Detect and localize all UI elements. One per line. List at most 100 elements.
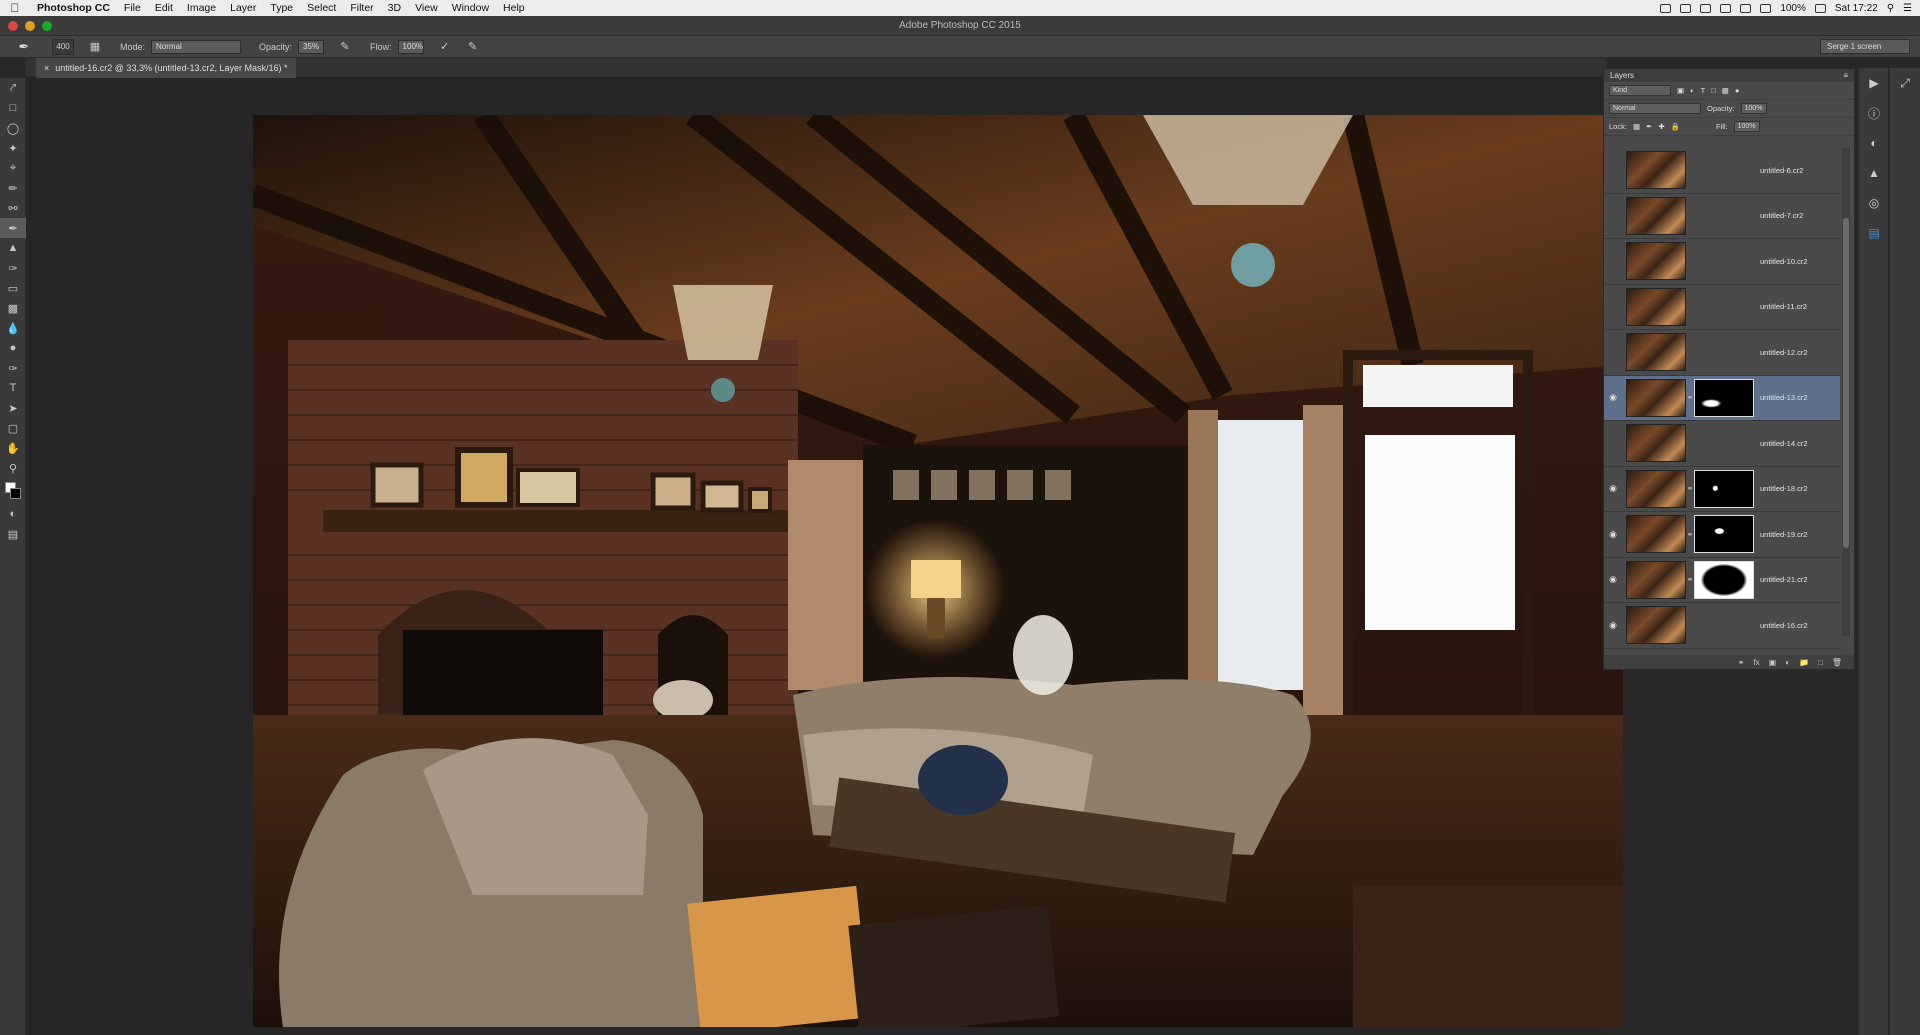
eyedropper-tool-icon[interactable]: ✏: [0, 178, 26, 198]
layer-thumbnail[interactable]: [1626, 560, 1686, 599]
lock-move-icon[interactable]: ✚: [1658, 122, 1664, 131]
pressure-opacity-icon[interactable]: ✎: [338, 40, 352, 54]
pressure-size-icon[interactable]: ✎: [466, 40, 480, 54]
mask-link-icon[interactable]: ⚭: [1686, 484, 1694, 493]
filter-smart-icon[interactable]: ▦: [1722, 86, 1729, 95]
screen-mode-icon[interactable]: ▤: [0, 524, 26, 544]
layer-name[interactable]: untitled-21.cr2: [1760, 575, 1808, 584]
filter-type-icon[interactable]: T: [1701, 86, 1706, 95]
layer-thumbnail[interactable]: [1626, 196, 1686, 235]
layer-row[interactable]: ◉ untitled-16.cr2: [1604, 603, 1840, 649]
lock-transparent-icon[interactable]: ▦: [1633, 122, 1640, 131]
move-tool-icon[interactable]: ⤤: [0, 78, 26, 98]
evernote-icon[interactable]: [1700, 3, 1712, 13]
expand-icon[interactable]: ⤢: [1890, 68, 1920, 98]
stamp-icon[interactable]: ▲: [1859, 158, 1889, 188]
quick-mask-icon[interactable]: ◐: [0, 504, 26, 524]
layer-row[interactable]: untitled-7.cr2: [1604, 194, 1840, 239]
visibility-eye-icon[interactable]: ◉: [1604, 529, 1622, 540]
color-swatches[interactable]: [0, 478, 26, 504]
layer-row[interactable]: ◉ ⚭ untitled-18.cr2: [1604, 467, 1840, 512]
zoom-window-button[interactable]: [42, 21, 52, 31]
layers-panel-title[interactable]: Layers: [1610, 69, 1634, 82]
flow-input[interactable]: 100%: [397, 39, 424, 54]
filter-adjustment-icon[interactable]: ◐: [1690, 86, 1695, 95]
menu-file[interactable]: File: [117, 2, 148, 14]
search-icon[interactable]: ⚲: [1887, 3, 1894, 14]
visibility-eye-icon[interactable]: ◉: [1604, 392, 1622, 403]
menu-layer[interactable]: Layer: [223, 2, 263, 14]
visibility-eye-icon[interactable]: ◉: [1604, 620, 1622, 631]
layer-style-icon[interactable]: fx: [1753, 658, 1759, 667]
wifi-icon[interactable]: [1740, 3, 1752, 13]
layer-name[interactable]: untitled-12.cr2: [1760, 348, 1808, 357]
hand-tool-icon[interactable]: ✋: [0, 438, 26, 458]
layer-thumbnail[interactable]: [1626, 333, 1686, 372]
panel-menu-icon[interactable]: ≡: [1843, 69, 1848, 82]
menu-image[interactable]: Image: [180, 2, 223, 14]
layer-thumbnail[interactable]: [1626, 469, 1686, 508]
brush-tool-icon[interactable]: ✒: [0, 218, 26, 238]
quick-select-tool-icon[interactable]: ✦: [0, 138, 26, 158]
mode-select[interactable]: Normal: [151, 39, 242, 54]
layer-name[interactable]: untitled-11.cr2: [1760, 302, 1807, 311]
gradient-tool-icon[interactable]: ▩: [0, 298, 26, 318]
visibility-eye-icon[interactable]: ◉: [1604, 483, 1622, 494]
layer-row[interactable]: untitled-14.cr2: [1604, 421, 1840, 467]
type-tool-icon[interactable]: T: [0, 378, 26, 398]
menu-edit[interactable]: Edit: [148, 2, 180, 14]
new-layer-icon[interactable]: □: [1818, 658, 1823, 667]
lasso-tool-icon[interactable]: ◯: [0, 118, 26, 138]
layer-name[interactable]: untitled-16.cr2: [1760, 621, 1808, 630]
workspace-select[interactable]: Serge 1 screen: [1820, 39, 1910, 54]
visibility-eye-icon[interactable]: ◉: [1604, 574, 1622, 585]
layer-row[interactable]: untitled-11.cr2: [1604, 285, 1840, 330]
path-select-tool-icon[interactable]: ➤: [0, 398, 26, 418]
layer-mask-thumbnail[interactable]: [1694, 515, 1754, 554]
brush-size[interactable]: 400: [52, 38, 74, 55]
mask-link-icon[interactable]: ⚭: [1686, 530, 1694, 539]
scrollbar-thumb[interactable]: [1843, 218, 1849, 548]
layer-row[interactable]: untitled-10.cr2: [1604, 239, 1840, 285]
layer-thumbnail[interactable]: [1626, 378, 1686, 417]
background-color-swatch[interactable]: [10, 488, 21, 499]
adjustment-layer-icon[interactable]: ◐: [1785, 658, 1790, 667]
layer-row[interactable]: ◉ ⚭ untitled-19.cr2: [1604, 512, 1840, 558]
layer-fill-input[interactable]: 100%: [1733, 121, 1760, 132]
layer-mask-thumbnail[interactable]: [1694, 378, 1754, 417]
flag-icon[interactable]: [1760, 3, 1772, 13]
lock-paint-icon[interactable]: ✒: [1646, 122, 1652, 131]
document-canvas-image[interactable]: [253, 115, 1623, 1027]
layer-row[interactable]: untitled-12.cr2: [1604, 330, 1840, 376]
layer-name[interactable]: untitled-18.cr2: [1760, 484, 1808, 493]
minimize-window-button[interactable]: [25, 21, 35, 31]
list-icon[interactable]: ☰: [1903, 3, 1912, 14]
menu-select[interactable]: Select: [300, 2, 343, 14]
apple-menu-icon[interactable]: : [0, 1, 30, 15]
dropbox-icon[interactable]: [1660, 3, 1672, 13]
bluetooth-icon[interactable]: [1720, 3, 1732, 13]
filter-toggle-icon[interactable]: ●: [1735, 86, 1740, 95]
layer-thumbnail[interactable]: [1626, 515, 1686, 554]
layer-thumbnail[interactable]: [1626, 242, 1686, 281]
brush-panel-icon[interactable]: ▦: [88, 40, 102, 54]
add-mask-icon[interactable]: ▣: [1769, 658, 1777, 667]
layer-thumbnail[interactable]: [1626, 287, 1686, 326]
menu-help[interactable]: Help: [496, 2, 532, 14]
info-icon[interactable]: ⓘ: [1859, 98, 1889, 128]
history-brush-tool-icon[interactable]: ✑: [0, 258, 26, 278]
layer-opacity-input[interactable]: 100%: [1740, 103, 1767, 114]
airbrush-icon[interactable]: ✓: [438, 40, 452, 54]
healing-tool-icon[interactable]: ⚯: [0, 198, 26, 218]
layer-name[interactable]: untitled-6.cr2: [1760, 166, 1803, 175]
layer-name[interactable]: untitled-14.cr2: [1760, 439, 1808, 448]
close-window-button[interactable]: [8, 21, 18, 31]
menu-app[interactable]: Photoshop CC: [30, 2, 117, 14]
menu-view[interactable]: View: [408, 2, 445, 14]
clone-stamp-tool-icon[interactable]: ▲: [0, 238, 26, 258]
play-icon[interactable]: ▶: [1859, 68, 1889, 98]
close-tab-icon[interactable]: ×: [44, 58, 49, 78]
layer-row[interactable]: ◉ ⚭ untitled-21.cr2: [1604, 558, 1840, 603]
menu-type[interactable]: Type: [263, 2, 300, 14]
filter-shape-icon[interactable]: □: [1711, 86, 1716, 95]
